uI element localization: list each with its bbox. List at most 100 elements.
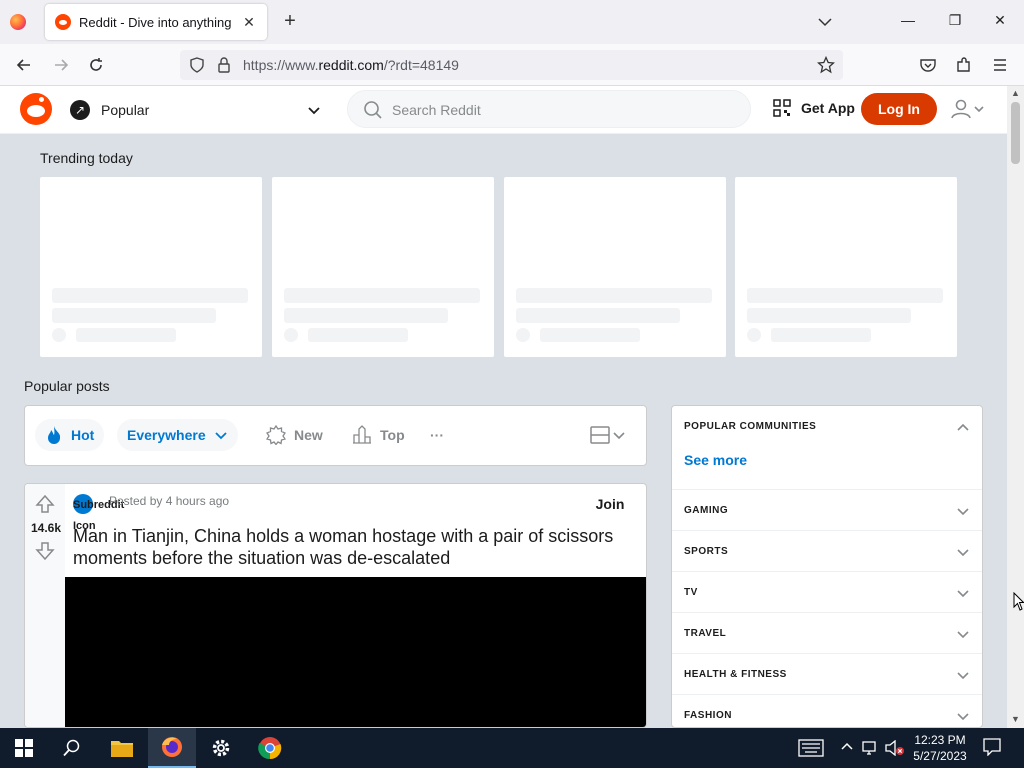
tracking-protection-shield-icon[interactable] xyxy=(189,57,205,78)
chevron-down-icon xyxy=(955,626,971,647)
reload-button[interactable] xyxy=(86,55,106,75)
collapse-chevron-up-icon[interactable] xyxy=(955,420,971,441)
vote-count: 14.6k xyxy=(30,521,62,535)
gear-icon xyxy=(212,739,230,757)
trending-title: Trending today xyxy=(40,150,133,166)
category-row-gaming[interactable]: GAMING xyxy=(672,489,982,530)
close-tab-icon[interactable]: ✕ xyxy=(241,14,257,31)
see-more-link[interactable]: See more xyxy=(684,452,747,468)
more-sort-options-button[interactable]: ··· xyxy=(420,419,454,451)
url-text[interactable]: https://www.reddit.com/?rdt=48149 xyxy=(243,57,459,73)
post-video[interactable] xyxy=(65,577,646,727)
posted-by: Posted by 4 hours ago xyxy=(109,494,230,508)
taskbar-clock[interactable]: 12:23 PM 5/27/2023 xyxy=(906,732,974,764)
category-row-fashion[interactable]: FASHION xyxy=(672,694,982,727)
user-avatar-icon xyxy=(951,99,971,119)
firefox-icon xyxy=(162,737,182,757)
top-chart-icon xyxy=(352,425,372,445)
popular-trend-icon: ↗ xyxy=(70,100,90,120)
user-menu-button[interactable] xyxy=(950,98,986,120)
hamburger-menu-icon[interactable] xyxy=(990,55,1010,75)
reddit-logo-icon[interactable] xyxy=(20,93,52,125)
chevron-down-icon xyxy=(974,106,984,113)
volume-muted-icon[interactable] xyxy=(885,739,905,759)
category-label: GAMING xyxy=(684,505,729,516)
file-explorer-button[interactable] xyxy=(98,728,146,768)
clock-time: 12:23 PM xyxy=(914,733,966,747)
sort-top-button[interactable]: Top xyxy=(342,419,415,451)
feed-label: Popular xyxy=(101,102,150,118)
keyboard-layout-icon[interactable] xyxy=(798,739,824,760)
lock-icon[interactable] xyxy=(217,57,231,78)
network-icon[interactable] xyxy=(861,740,879,759)
firefox-taskbar-button[interactable] xyxy=(148,728,196,768)
scroll-down-arrow-icon[interactable]: ▼ xyxy=(1011,714,1020,724)
category-row-travel[interactable]: TRAVEL xyxy=(672,612,982,653)
sort-bar: Hot Everywhere New Top ··· xyxy=(24,405,647,466)
list-all-tabs-button[interactable] xyxy=(815,12,835,37)
location-label: Everywhere xyxy=(127,427,206,443)
new-tab-button[interactable]: + xyxy=(280,10,300,33)
close-window-button[interactable]: ✕ xyxy=(990,12,1010,29)
feed-selector[interactable]: ↗ Popular xyxy=(70,94,322,126)
location-selector[interactable]: Everywhere xyxy=(117,419,238,451)
upvote-arrow-icon xyxy=(35,494,55,513)
sort-hot-label: Hot xyxy=(71,427,95,443)
view-mode-selector[interactable] xyxy=(590,426,626,444)
upvote-button[interactable] xyxy=(35,494,55,519)
pocket-icon[interactable] xyxy=(918,55,938,75)
search-icon xyxy=(363,100,383,125)
chevron-down-icon xyxy=(955,503,971,524)
settings-taskbar-button[interactable] xyxy=(197,728,245,768)
scrollbar-thumb[interactable] xyxy=(1011,102,1020,164)
chevron-down-icon xyxy=(613,432,625,440)
category-label: SPORTS xyxy=(684,546,729,557)
browser-tab-reddit[interactable]: Reddit - Dive into anything ✕ xyxy=(45,4,267,40)
address-bar[interactable]: https://www.reddit.com/?rdt=48149 xyxy=(180,50,843,80)
get-app-button[interactable]: Get App xyxy=(772,98,855,118)
windows-logo-icon xyxy=(15,739,33,757)
extensions-icon[interactable] xyxy=(954,55,974,75)
start-button[interactable] xyxy=(0,728,48,768)
category-label: TRAVEL xyxy=(684,628,727,639)
join-button[interactable]: Join xyxy=(584,492,636,516)
notification-center-icon[interactable] xyxy=(983,738,1001,759)
trending-card[interactable] xyxy=(40,177,262,357)
forward-arrow-icon xyxy=(55,59,69,71)
login-button[interactable]: Log In xyxy=(861,93,937,125)
minimize-button[interactable]: — xyxy=(898,12,918,28)
bookmark-star-icon[interactable] xyxy=(816,55,836,79)
post-card[interactable]: 14.6k Subreddit Icon Posted by 4 hours a… xyxy=(24,483,647,728)
post-title[interactable]: Man in Tianjin, China holds a woman host… xyxy=(73,525,633,569)
trending-card[interactable] xyxy=(735,177,957,357)
chrome-icon xyxy=(258,737,282,760)
sort-new-button[interactable]: New xyxy=(256,419,333,451)
firefox-menu-icon[interactable] xyxy=(0,0,36,44)
show-hidden-icons-chevron-up-icon[interactable] xyxy=(840,740,854,757)
trending-card[interactable] xyxy=(272,177,494,357)
chevron-down-icon xyxy=(818,18,832,27)
downvote-button[interactable] xyxy=(35,541,55,566)
popular-communities-header: POPULAR COMMUNITIES xyxy=(684,421,817,432)
clock-date: 5/27/2023 xyxy=(913,749,967,763)
forward-button[interactable] xyxy=(51,55,71,75)
scroll-up-arrow-icon[interactable]: ▲ xyxy=(1011,88,1020,98)
page-scrollbar[interactable]: ▲ ▼ xyxy=(1007,86,1024,728)
sort-new-label: New xyxy=(294,427,323,443)
category-row-health-fitness[interactable]: HEALTH & FITNESS xyxy=(672,653,982,694)
flame-icon xyxy=(45,425,63,445)
category-row-tv[interactable]: TV xyxy=(672,571,982,612)
search-input[interactable]: Search Reddit xyxy=(347,90,751,128)
trending-card[interactable] xyxy=(504,177,726,357)
reddit-header: ↗ Popular Search Reddit Get App Log In xyxy=(0,86,1007,134)
category-row-sports[interactable]: SPORTS xyxy=(672,530,982,571)
taskbar-search-button[interactable] xyxy=(48,728,96,768)
back-button[interactable] xyxy=(14,55,34,75)
back-arrow-icon xyxy=(16,59,30,71)
restore-button[interactable]: ❐ xyxy=(945,12,965,29)
reddit-favicon-icon xyxy=(55,14,71,30)
chrome-taskbar-button[interactable] xyxy=(246,728,294,768)
new-burst-icon xyxy=(266,425,286,445)
sort-hot-button[interactable]: Hot xyxy=(35,419,105,451)
category-label: FASHION xyxy=(684,710,732,721)
